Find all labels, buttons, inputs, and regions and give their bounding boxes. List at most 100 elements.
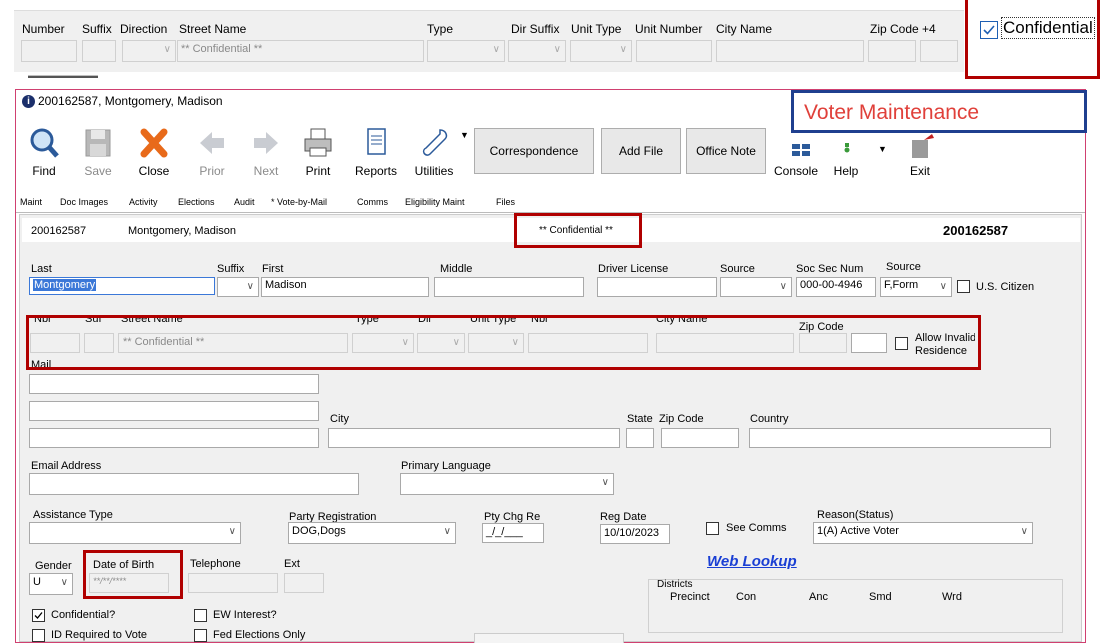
primary-language-select[interactable]: ∨ [400, 473, 614, 495]
mail-zip-label: Zip Code [659, 413, 704, 425]
ext-input[interactable] [284, 573, 324, 593]
telephone-input[interactable] [188, 573, 278, 593]
dob-highlight [83, 550, 183, 599]
mail-city-input[interactable] [328, 428, 620, 448]
mail-state-label: State [627, 413, 653, 425]
top-unit-number-field[interactable] [636, 40, 712, 62]
suffix-select[interactable]: ∨ [217, 277, 259, 297]
next-button[interactable]: Next [240, 122, 292, 182]
middle-name-input[interactable] [434, 277, 584, 297]
see-comms-label: See Comms [726, 522, 787, 534]
assistance-type-select[interactable]: ∨ [29, 522, 241, 544]
arrow-left-icon [200, 132, 224, 154]
top-confidential-checkbox[interactable] [980, 21, 998, 39]
mail-state-input[interactable] [626, 428, 654, 448]
driver-license-label: Driver License [598, 263, 669, 275]
find-button[interactable]: Find [18, 122, 70, 182]
tab-audit[interactable]: Audit [234, 197, 255, 207]
help-dropdown-arrow[interactable]: ▼ [878, 144, 887, 154]
top-type-select[interactable]: ∨ [427, 40, 505, 62]
confidential-checkbox[interactable] [32, 609, 45, 622]
tab-elections[interactable]: Elections [178, 197, 215, 207]
prior-button[interactable]: Prior [186, 122, 238, 182]
chevron-down-icon: ∨ [492, 44, 500, 55]
utilities-dropdown-arrow[interactable]: ▼ [460, 130, 469, 140]
add-file-button[interactable]: Add File [601, 128, 681, 174]
fed-elections-only-checkbox[interactable] [194, 629, 207, 642]
party-registration-select[interactable]: DOG,Dogs ∨ [288, 522, 456, 544]
top-address-strip: Number Suffix Direction Street Name Type… [0, 0, 1100, 79]
dl-source-label: Source [720, 263, 755, 275]
console-button[interactable]: Console [770, 122, 822, 182]
web-lookup-link[interactable]: Web Lookup [707, 553, 797, 570]
first-name-input[interactable]: Madison [261, 277, 429, 297]
top-header-city: City Name [716, 22, 773, 36]
suffix-label: Suffix [217, 263, 245, 275]
close-button[interactable]: Close [128, 122, 180, 182]
gender-select[interactable]: U ∨ [29, 573, 73, 595]
ssn-source-select[interactable]: F,Form ∨ [880, 277, 952, 297]
tab-vote-by-mail[interactable]: * Vote-by-Mail [271, 197, 327, 207]
utilities-button[interactable]: Utilities [408, 122, 460, 182]
top-zip4-field[interactable] [920, 40, 958, 62]
email-input[interactable] [29, 473, 359, 495]
next-label: Next [253, 164, 279, 178]
correspondence-label: Correspondence [489, 144, 579, 158]
id-required-checkbox[interactable] [32, 629, 45, 642]
top-city-field[interactable] [716, 40, 864, 62]
mail-line1-input[interactable] [29, 374, 319, 394]
top-zip-field[interactable] [868, 40, 916, 62]
tab-files[interactable]: Files [496, 197, 515, 207]
ssn-input[interactable]: 000-00-4946 [796, 277, 876, 297]
mail-zip-input[interactable] [661, 428, 739, 448]
top-unit-type-select[interactable]: ∨ [570, 40, 632, 62]
chevron-down-icon: ∨ [553, 44, 561, 55]
top-header-number: Number [22, 22, 65, 36]
pty-chg-value: _/_/___ [486, 526, 523, 538]
top-header-type: Type [427, 22, 454, 36]
top-dir-suffix-select[interactable]: ∨ [508, 40, 566, 62]
mail-country-input[interactable] [749, 428, 1051, 448]
tab-comms[interactable]: Comms [357, 197, 388, 207]
tab-eligibility-maint[interactable]: Eligibility Maint [405, 197, 465, 207]
chevron-down-icon: ∨ [443, 526, 451, 537]
reg-date-input[interactable]: 10/10/2023 [600, 524, 670, 544]
driver-license-input[interactable] [597, 277, 717, 297]
reports-button[interactable]: Reports [350, 122, 402, 182]
correspondence-button[interactable]: Correspondence [474, 128, 594, 174]
ext-label: Ext [284, 558, 300, 570]
mail-line3-input[interactable] [29, 428, 319, 448]
maint-panel: 200162587 Montgomery, Madison ** Confide… [19, 213, 1082, 643]
utilities-label: Utilities [414, 164, 454, 178]
top-direction-select[interactable]: ∨ [122, 40, 176, 62]
add-file-label: Add File [618, 144, 664, 158]
tab-maint[interactable]: Maint [20, 197, 42, 207]
mail-line2-input[interactable] [29, 401, 319, 421]
see-comms-checkbox[interactable] [706, 522, 719, 535]
help-button[interactable]: Help [820, 122, 872, 182]
top-suffix-field[interactable] [82, 40, 116, 62]
dl-source-select[interactable]: ∨ [720, 277, 792, 297]
reason-status-select[interactable]: 1(A) Active Voter ∨ [813, 522, 1033, 544]
voter-id-right: 200162587 [943, 223, 1009, 238]
reason-status-label: Reason(Status) [817, 509, 894, 521]
exit-button[interactable]: Exit [894, 122, 946, 182]
office-note-button[interactable]: Office Note [686, 128, 766, 174]
top-number-field[interactable] [21, 40, 77, 62]
printer-icon [304, 128, 332, 157]
top-street-field[interactable]: ** Confidential ** [177, 40, 424, 62]
pty-chg-input[interactable]: _/_/___ [482, 523, 544, 543]
last-name-input[interactable]: Montgomery [29, 277, 215, 295]
top-header-suffix: Suffix [82, 22, 112, 36]
print-button[interactable]: Print [292, 122, 344, 182]
top-header-unit-number: Unit Number [635, 22, 703, 36]
tab-activity[interactable]: Activity [129, 197, 158, 207]
us-citizen-checkbox[interactable] [957, 280, 970, 293]
save-button[interactable]: Save [72, 122, 124, 182]
chevron-down-icon: ∨ [228, 526, 236, 537]
report-document-icon [367, 128, 386, 155]
ew-interest-checkbox[interactable] [194, 609, 207, 622]
confidential-header-text: ** Confidential ** [539, 225, 613, 236]
ew-interest-label: EW Interest? [213, 609, 277, 621]
tab-doc-images[interactable]: Doc Images [60, 197, 108, 207]
